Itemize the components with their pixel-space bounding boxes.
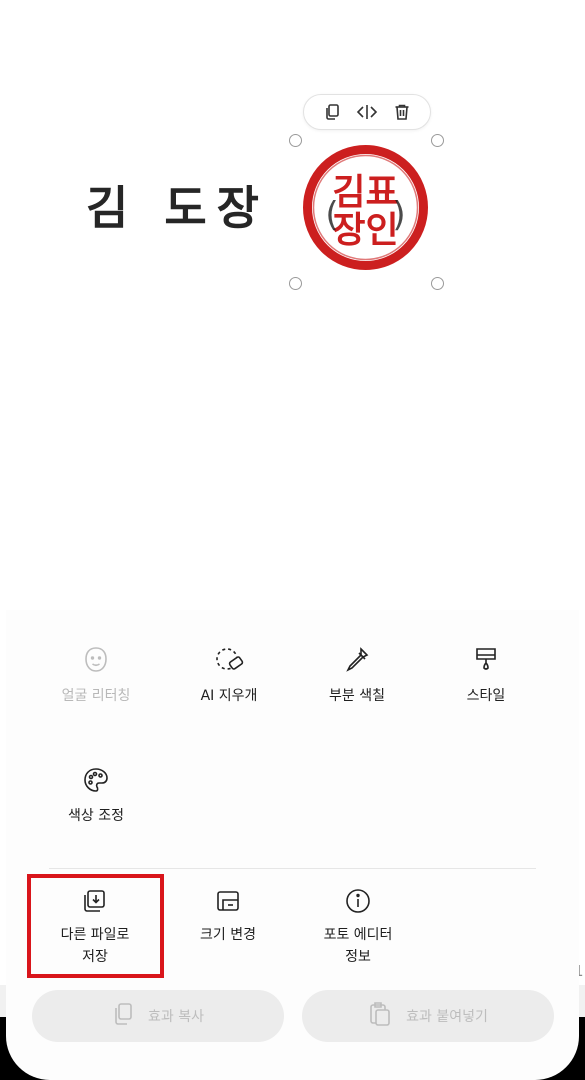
tool-style-label: 스타일: [466, 688, 506, 704]
seal-text-bottom: 장인: [332, 210, 398, 251]
tool-partial-color[interactable]: 부분 색칠: [309, 645, 405, 707]
tool-style[interactable]: 스타일: [438, 645, 534, 707]
eraser-icon: [214, 645, 244, 675]
svg-text:(: (: [325, 195, 338, 235]
tool-color-adjust-label: 색상 조정: [68, 808, 124, 824]
tool-partial-color-label: 부분 색칠: [329, 688, 385, 704]
face-icon: [81, 645, 111, 675]
tool-photo-editor-info-label: 포토 에디터 정보: [323, 927, 393, 965]
seal-stamp-sticker[interactable]: 김표 장인 ( ): [302, 144, 429, 271]
copy-icon[interactable]: [319, 99, 345, 125]
info-icon: [343, 886, 373, 916]
highlight-box: [27, 874, 164, 978]
copy-effect-label: 효과 복사: [148, 1009, 204, 1025]
resize-handle-bottom-right[interactable]: [431, 277, 444, 290]
tool-photo-editor-info[interactable]: 포토 에디터 정보: [308, 886, 408, 968]
paint-brush-icon: [471, 645, 501, 675]
copy-effect-icon: [112, 1002, 134, 1030]
sticker-toolbar: [303, 94, 431, 130]
paste-effect-label: 효과 붙여넣기: [406, 1009, 488, 1025]
seal-text-top: 김표: [332, 172, 398, 213]
svg-text:): ): [392, 195, 405, 235]
tool-color-adjust[interactable]: 색상 조정: [48, 765, 144, 827]
tool-ai-eraser[interactable]: AI 지우개: [181, 645, 277, 707]
dropper-icon: [342, 645, 372, 675]
tool-resize[interactable]: 크기 변경: [178, 886, 278, 946]
resize-icon: [213, 886, 243, 916]
paste-effect-button[interactable]: 효과 붙여넣기: [302, 990, 554, 1042]
paste-effect-icon: [368, 1001, 392, 1031]
trash-icon[interactable]: [389, 99, 415, 125]
copy-effect-button[interactable]: 효과 복사: [32, 990, 284, 1042]
sheet-divider: [49, 868, 536, 869]
tool-resize-label: 크기 변경: [200, 927, 256, 943]
tool-ai-eraser-label: AI 지우개: [200, 688, 258, 704]
tool-face-retouch-label: 얼굴 리터칭: [61, 688, 131, 704]
resize-handle-bottom-left[interactable]: [289, 277, 302, 290]
resize-handle-top-left[interactable]: [289, 134, 302, 147]
palette-icon: [81, 765, 111, 795]
handwritten-name-text: 김 도장: [86, 181, 269, 235]
resize-handle-top-right[interactable]: [431, 134, 444, 147]
tool-face-retouch[interactable]: 얼굴 리터칭: [48, 645, 144, 707]
flip-icon[interactable]: [354, 99, 380, 125]
